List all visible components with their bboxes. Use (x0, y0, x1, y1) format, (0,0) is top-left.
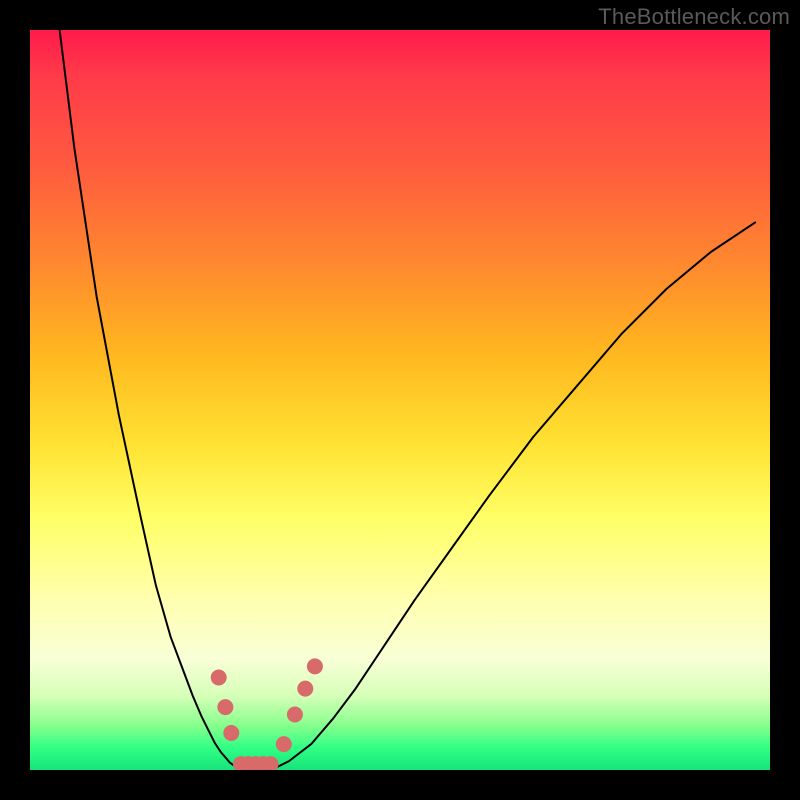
marker-right-dots (307, 658, 323, 674)
series-right-branch (274, 222, 755, 768)
watermark-text: TheBottleneck.com (598, 4, 790, 30)
chart-frame: TheBottleneck.com (0, 0, 800, 800)
curve-overlay (30, 30, 770, 770)
marker-right-dots (287, 707, 303, 723)
marker-left-dots (211, 670, 227, 686)
curve-markers (211, 658, 323, 770)
bottleneck-curves (60, 30, 756, 769)
series-left-branch (60, 30, 241, 769)
marker-left-dots (223, 725, 239, 741)
marker-right-dots (297, 681, 313, 697)
marker-right-dots (276, 736, 292, 752)
marker-left-dots (217, 699, 233, 715)
plot-area (30, 30, 770, 770)
